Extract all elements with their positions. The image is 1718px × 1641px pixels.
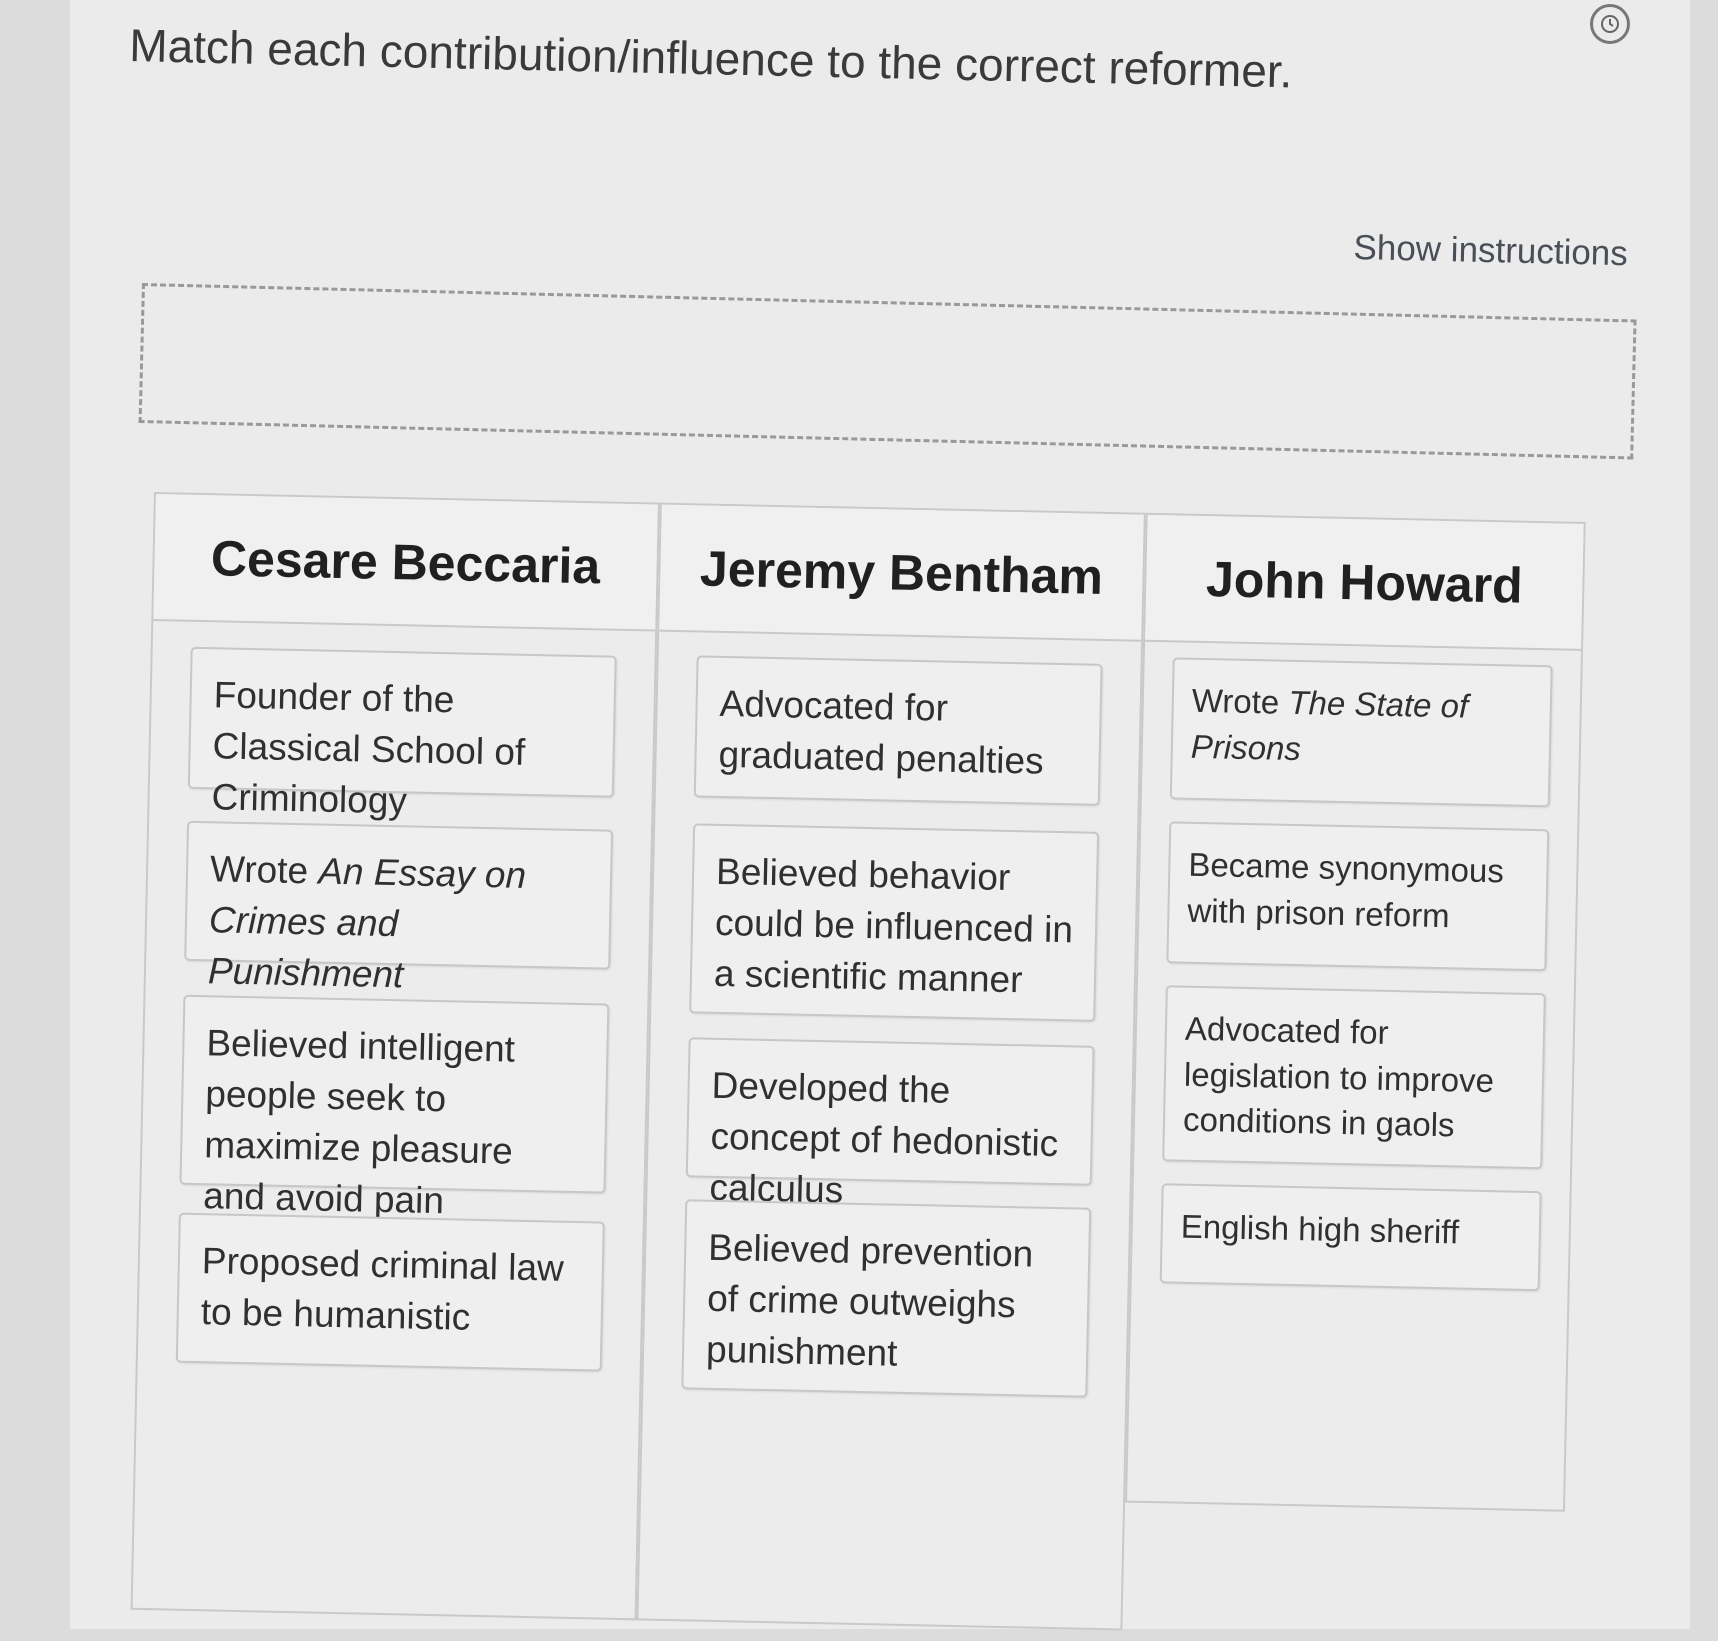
show-instructions-link[interactable]: Show instructions: [1353, 228, 1628, 274]
card-text-prefix: Wrote: [1191, 681, 1289, 721]
card-essay-on-crimes[interactable]: Wrote An Essay on Crimes and Punishment: [184, 820, 614, 995]
matching-board: Cesare Beccaria Founder of the Classical…: [130, 492, 1638, 1641]
card-text: Founder of the Classical School of Crimi…: [211, 674, 526, 822]
card-text: Advocated for graduated penalties: [718, 682, 1045, 782]
card-text: Advocated for legislation to improve con…: [1182, 1009, 1495, 1144]
card-humanistic-law[interactable]: Proposed criminal law to be humanistic: [175, 1212, 605, 1372]
card-text-prefix: Wrote: [209, 848, 319, 892]
card-legislation-gaols[interactable]: Advocated for legislation to improve con…: [1162, 985, 1546, 1170]
card-text: Believed intelligent people seek to maxi…: [202, 1022, 516, 1222]
card-state-of-prisons[interactable]: Wrote The State of Prisons: [1169, 657, 1553, 808]
card-graduated-penalties[interactable]: Advocated for graduated penalties: [693, 655, 1103, 806]
column-john-howard[interactable]: John Howard Wrote The State of Prisons B…: [1125, 512, 1586, 1512]
card-maximize-pleasure[interactable]: Believed intelligent people seek to maxi…: [179, 994, 610, 1221]
card-text: Believed prevention of crime outweighs p…: [705, 1226, 1034, 1374]
card-text: Proposed criminal law to be humanistic: [200, 1240, 565, 1338]
card-text: Believed behavior could be influenced in…: [713, 850, 1074, 1001]
card-text: English high sheriff: [1180, 1207, 1460, 1251]
card-text: Developed the concept of hedonistic calc…: [709, 1064, 1059, 1211]
column-jeremy-bentham[interactable]: Jeremy Bentham Advocated for graduated p…: [636, 502, 1146, 1631]
column-header: John Howard: [1145, 514, 1584, 651]
card-founder-classical-school[interactable]: Founder of the Classical School of Crimi…: [187, 646, 617, 821]
card-scientific-behavior[interactable]: Believed behavior could be influenced in…: [689, 823, 1100, 1022]
column-cesare-beccaria[interactable]: Cesare Beccaria Founder of the Classical…: [130, 492, 660, 1621]
column-header: Cesare Beccaria: [153, 494, 658, 632]
history-icon[interactable]: [1590, 4, 1630, 44]
clock-arrow-icon: [1601, 15, 1619, 33]
card-text: Became synonymous with prison reform: [1187, 845, 1505, 934]
card-prevention-of-crime[interactable]: Believed prevention of crime outweighs p…: [681, 1199, 1092, 1398]
card-high-sheriff[interactable]: English high sheriff: [1159, 1183, 1542, 1292]
column-header: Jeremy Bentham: [659, 504, 1144, 642]
card-prison-reform[interactable]: Became synonymous with prison reform: [1166, 821, 1550, 972]
card-hedonistic-calculus[interactable]: Developed the concept of hedonistic calc…: [685, 1037, 1095, 1211]
